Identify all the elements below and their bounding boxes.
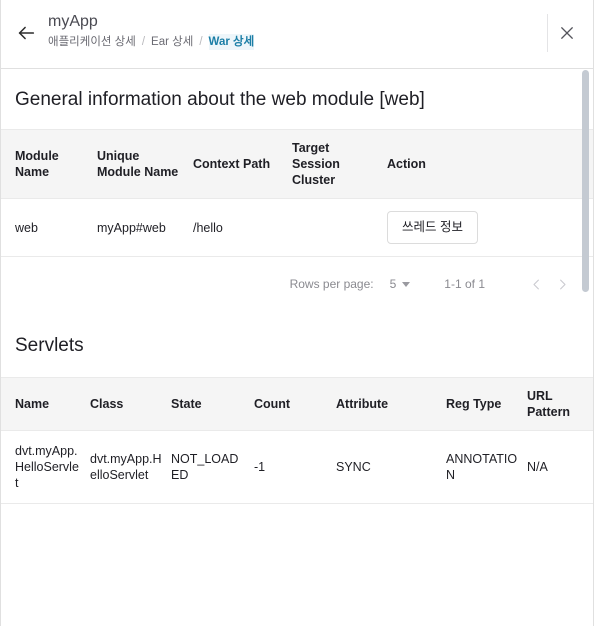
chevron-right-icon xyxy=(555,277,570,292)
column-header-attribute: Attribute xyxy=(336,377,446,431)
column-header-name: Name xyxy=(1,377,90,431)
servlets-table: Name Class State Count Attribute Reg Typ… xyxy=(1,377,593,504)
module-table: Module Name Unique Module Name Context P… xyxy=(1,129,593,257)
servlets-table-wrapper: Name Class State Count Attribute Reg Typ… xyxy=(1,377,593,504)
cell-servlet-name: dvt.myApp.HelloServlet xyxy=(1,430,90,504)
rows-per-page-value: 5 xyxy=(389,277,397,291)
cell-context-path: /hello xyxy=(193,198,292,257)
pagination-range: 1-1 of 1 xyxy=(444,277,485,291)
scrollbar-thumb[interactable] xyxy=(582,70,589,292)
breadcrumb-item-application-detail[interactable]: 애플리케이션 상세 xyxy=(48,34,136,50)
column-header-state: State xyxy=(171,377,254,431)
cell-unique-module-name: myApp#web xyxy=(97,198,193,257)
war-detail-panel: myApp 애플리케이션 상세 / Ear 상세 / War 상세 Genera… xyxy=(0,0,594,626)
table-header-row: Name Class State Count Attribute Reg Typ… xyxy=(1,377,593,431)
module-section-title: General information about the web module… xyxy=(15,89,425,110)
cell-servlet-attribute: SYNC xyxy=(336,430,446,504)
column-header-count: Count xyxy=(254,377,336,431)
rows-per-page-select[interactable]: 5 xyxy=(390,277,411,291)
column-header-reg-type: Reg Type xyxy=(446,377,527,431)
panel-header: myApp 애플리케이션 상세 / Ear 상세 / War 상세 xyxy=(1,0,593,69)
module-table-pagination: Rows per page: 5 1-1 of 1 xyxy=(1,257,593,313)
vertical-scrollbar[interactable] xyxy=(580,70,592,626)
panel-body: General information about the web module… xyxy=(1,69,593,626)
close-button[interactable] xyxy=(553,19,581,47)
breadcrumb-separator: / xyxy=(199,36,203,48)
page-title: myApp xyxy=(48,13,98,30)
header-divider xyxy=(547,14,548,52)
breadcrumb-separator: / xyxy=(141,36,146,48)
title-block: myApp 애플리케이션 상세 / Ear 상세 / War 상세 xyxy=(48,12,255,50)
cell-action: 쓰레드 정보 xyxy=(387,198,593,257)
arrow-left-icon xyxy=(15,22,37,44)
column-header-target-session-cluster: Target Session Cluster xyxy=(292,129,387,199)
close-icon xyxy=(558,24,576,42)
cell-servlet-class: dvt.myApp.HelloServlet xyxy=(90,430,171,504)
column-header-action: Action xyxy=(387,129,593,199)
cell-target-session-cluster xyxy=(292,198,387,257)
table-row: web myApp#web /hello 쓰레드 정보 xyxy=(1,198,593,257)
table-row: dvt.myApp.HelloServlet dvt.myApp.HelloSe… xyxy=(1,430,593,504)
cell-servlet-state: NOT_LOADED xyxy=(171,430,254,504)
column-header-unique-module-name: Unique Module Name xyxy=(97,129,193,199)
column-header-context-path: Context Path xyxy=(193,129,292,199)
breadcrumb-item-ear-detail[interactable]: Ear 상세 xyxy=(151,34,193,50)
table-header-row: Module Name Unique Module Name Context P… xyxy=(1,129,593,199)
pagination-next-button[interactable] xyxy=(549,271,575,297)
chevron-down-icon xyxy=(402,281,411,287)
cell-servlet-count: -1 xyxy=(254,430,336,504)
rows-per-page-label: Rows per page: xyxy=(289,277,374,291)
column-header-class: Class xyxy=(90,377,171,431)
thread-info-button[interactable]: 쓰레드 정보 xyxy=(387,211,478,244)
column-header-module-name: Module Name xyxy=(1,129,97,199)
pagination-prev-button[interactable] xyxy=(523,271,549,297)
chevron-left-icon xyxy=(529,277,544,292)
cell-servlet-reg-type: ANNOTATION xyxy=(446,430,527,504)
servlets-section-title: Servlets xyxy=(15,335,84,356)
breadcrumb-item-war-detail[interactable]: War 상세 xyxy=(208,34,255,50)
breadcrumb: 애플리케이션 상세 / Ear 상세 / War 상세 xyxy=(48,34,255,50)
back-button[interactable] xyxy=(11,18,41,48)
cell-module-name: web xyxy=(1,198,97,257)
